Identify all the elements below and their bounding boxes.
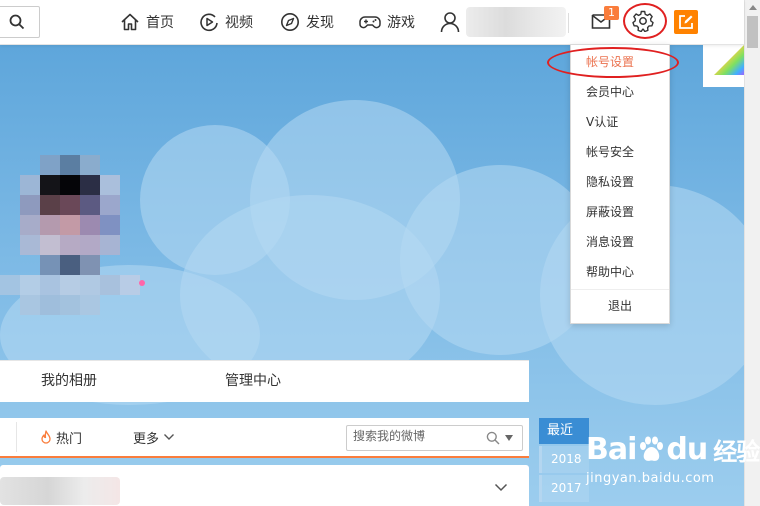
- nav-games[interactable]: 游戏: [359, 0, 415, 44]
- menu-item-v-verification[interactable]: V认证: [571, 107, 669, 137]
- weibo-search-box: [346, 425, 523, 451]
- nav-video[interactable]: 视频: [199, 0, 253, 44]
- nav-video-label: 视频: [225, 15, 253, 31]
- chevron-down-icon[interactable]: [494, 483, 508, 492]
- timeline-nav: 最近 2018 2017: [539, 418, 589, 502]
- nav-discover-label: 发现: [306, 15, 334, 31]
- highlight-oval-annotation: [547, 47, 679, 78]
- nav-home[interactable]: 首页: [120, 0, 174, 44]
- gamepad-icon: [359, 16, 381, 29]
- highlight-circle-annotation: [623, 3, 667, 39]
- timeline-year[interactable]: 2018: [539, 446, 589, 473]
- timeline-year[interactable]: 2017: [539, 475, 589, 502]
- video-icon: [200, 13, 218, 32]
- menu-item-privacy-settings[interactable]: 隐私设置: [571, 167, 669, 197]
- search-icon[interactable]: [486, 431, 500, 445]
- baidu-jingyan-watermark: Bai du 经验 jingyan.baidu.com: [586, 432, 760, 486]
- user-profile-link[interactable]: [440, 0, 566, 44]
- chevron-down-icon: [164, 434, 175, 440]
- menu-item-account-security[interactable]: 帐号安全: [571, 137, 669, 167]
- scrollbar-thumb[interactable]: [747, 16, 758, 48]
- flame-icon: [41, 430, 51, 444]
- filter-hot[interactable]: 热门: [40, 418, 82, 456]
- watermark-brand-mid: du: [666, 432, 708, 467]
- watermark-site: jingyan.baidu.com: [586, 471, 715, 486]
- nav-home-label: 首页: [146, 15, 174, 31]
- user-icon: [440, 12, 460, 33]
- home-icon: [121, 13, 139, 31]
- watermark-brand-right: 经验: [713, 438, 760, 466]
- paw-icon: [640, 436, 664, 461]
- menu-item-message-settings[interactable]: 消息设置: [571, 227, 669, 257]
- compass-icon: [281, 13, 299, 31]
- username-redacted: [466, 7, 566, 37]
- feed-post: [0, 465, 529, 506]
- filter-divider: [16, 422, 17, 452]
- search-button[interactable]: [0, 6, 40, 38]
- menu-divider: [571, 289, 669, 290]
- tab-my-album[interactable]: 我的相册: [41, 361, 97, 402]
- search-scope-dropdown-icon[interactable]: [505, 435, 513, 441]
- menu-item-logout[interactable]: 退出: [571, 291, 669, 321]
- topbar-divider: [568, 13, 569, 33]
- top-navigation-bar: 首页 视频 发现 游戏 1: [0, 0, 744, 45]
- compose-button[interactable]: [674, 10, 698, 34]
- menu-item-help-center[interactable]: 帮助中心: [571, 257, 669, 287]
- filter-more[interactable]: 更多: [133, 418, 175, 456]
- tab-management-center[interactable]: 管理中心: [225, 361, 281, 402]
- settings-dropdown-menu: 帐号设置 会员中心 V认证 帐号安全 隐私设置 屏蔽设置 消息设置 帮助中心 退…: [570, 44, 670, 324]
- page-scrollbar[interactable]: [744, 0, 760, 506]
- post-author-redacted: [0, 477, 120, 505]
- weibo-search-input[interactable]: [353, 429, 473, 443]
- feed-filter-bar: 热门 更多: [0, 418, 529, 458]
- watermark-brand-left: Bai: [586, 432, 637, 467]
- message-count-badge: 1: [604, 6, 619, 20]
- filter-more-label: 更多: [133, 431, 160, 447]
- nav-discover[interactable]: 发现: [280, 0, 334, 44]
- filter-hot-label: 热门: [56, 431, 83, 447]
- corner-decoration: [703, 45, 744, 87]
- menu-item-block-settings[interactable]: 屏蔽设置: [571, 197, 669, 227]
- profile-tab-bar: 我的相册 管理中心: [0, 360, 529, 402]
- nav-games-label: 游戏: [387, 15, 415, 31]
- avatar[interactable]: [0, 145, 150, 320]
- scroll-up-icon[interactable]: [749, 5, 757, 10]
- timeline-recent[interactable]: 最近: [539, 418, 589, 444]
- search-icon: [9, 14, 25, 30]
- menu-item-member-center[interactable]: 会员中心: [571, 77, 669, 107]
- edit-icon: [679, 15, 693, 29]
